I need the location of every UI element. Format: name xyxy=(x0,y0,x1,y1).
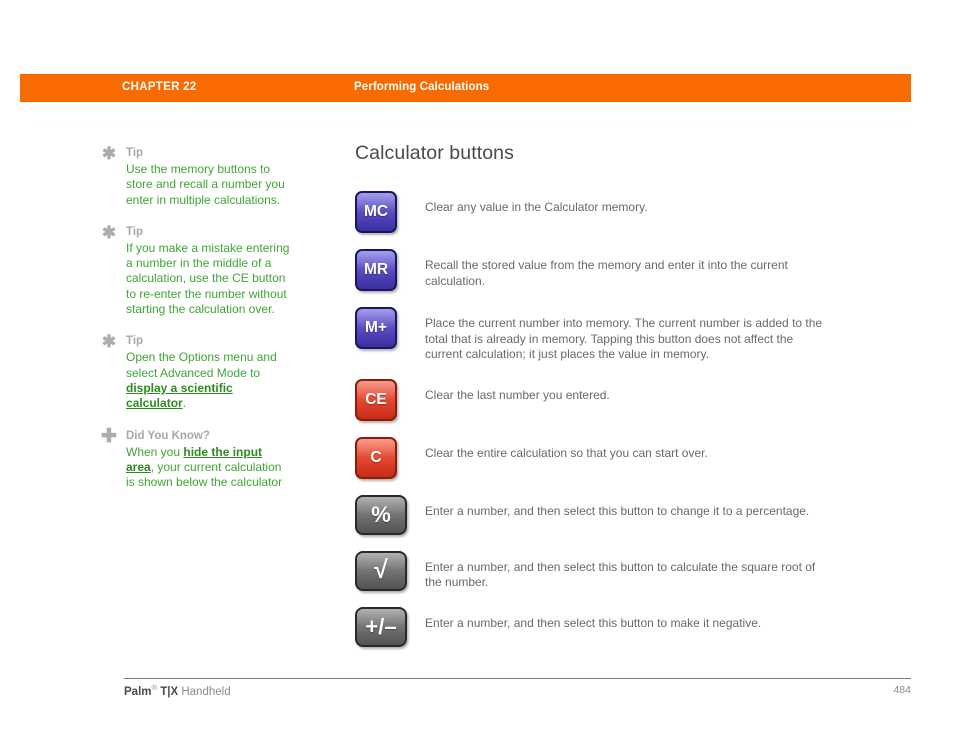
tip-block: ✚ Did You Know? When you hide the input ar… xyxy=(100,425,290,491)
calculator-button-description: Recall the stored value from the memory … xyxy=(425,258,788,288)
calculator-button-description: Enter a number, and then select this but… xyxy=(425,559,816,590)
tip-heading: Tip xyxy=(126,335,144,348)
calculator-button[interactable]: C xyxy=(355,436,397,479)
tip-body: When you hide the input area, your curre… xyxy=(126,445,290,491)
calculator-button-description: Clear any value in the Calculator memory… xyxy=(425,200,648,214)
calculator-button-cell: M+ xyxy=(355,307,425,349)
tip-text: Open the Options menu and select Advance… xyxy=(126,350,277,380)
tip-heading: Did You Know? xyxy=(126,429,210,442)
calculator-button-cell: CE xyxy=(355,378,425,421)
calculator-button-label: MC xyxy=(363,203,389,221)
calculator-button-description: Clear the entire calculation so that you… xyxy=(425,445,708,460)
plus-icon: ✚ xyxy=(101,425,117,447)
asterisk-icon: ✱ xyxy=(101,144,117,163)
calculator-button-description: Enter a number, and then select this but… xyxy=(425,615,762,630)
page-title: Calculator buttons xyxy=(355,142,514,164)
calculator-button-description: Clear the last number you entered. xyxy=(425,387,610,402)
calculator-button-description: Place the current number into memory. Th… xyxy=(425,316,823,361)
sidebar-tips: ✱ Tip Use the memory buttons to store and … xyxy=(100,144,290,507)
calculator-button-label: +/– xyxy=(365,613,397,639)
calculator-button-description: Enter a number, and then select this but… xyxy=(425,503,810,518)
calculator-button-row: CE Clear the last number you entered. xyxy=(355,378,825,421)
main-content: Calculator buttons MC Clear any value in … xyxy=(355,142,825,663)
tip-block: ✱ Tip Use the memory buttons to store and … xyxy=(100,144,290,208)
tip-body: Use the memory buttons to store and reca… xyxy=(126,162,290,208)
calculator-button[interactable]: CE xyxy=(355,378,397,421)
calculator-button-row: +/– Enter a number, and then select this … xyxy=(355,606,825,647)
tip-block: ✱ Tip If you make a mistake entering a num… xyxy=(100,222,290,317)
calculator-button-list: MC Clear any value in the Calculator memo… xyxy=(355,191,825,647)
section-title: Performing Calculations xyxy=(354,81,490,93)
asterisk-icon: ✱ xyxy=(101,332,117,352)
tip-text: Use the memory buttons to store and reca… xyxy=(126,162,285,207)
calculator-button-cell: √ xyxy=(355,550,425,591)
tip-text: When you xyxy=(126,444,184,459)
page-number: 484 xyxy=(893,684,911,696)
footer-brand: Palm® T|X Handheld xyxy=(124,683,231,698)
tip-heading: Tip xyxy=(126,147,144,159)
asterisk-icon: ✱ xyxy=(101,222,117,242)
calculator-button-label: C xyxy=(370,448,382,466)
chapter-header-band: CHAPTER 22 Performing Calculations xyxy=(20,74,911,102)
calculator-button-row: M+ Place the current number into memory. … xyxy=(355,307,825,363)
tip-heading: Tip xyxy=(126,225,144,238)
footer-divider xyxy=(124,678,911,679)
registered-mark-icon: ® xyxy=(151,683,158,692)
calculator-button-row: C Clear the entire calculation so that yo… xyxy=(355,436,825,479)
footer-product: T|X xyxy=(160,685,179,698)
footer-suffix: Handheld xyxy=(181,685,231,698)
calculator-button-label: CE xyxy=(365,390,387,408)
calculator-button-row: MC Clear any value in the Calculator memo… xyxy=(355,191,825,233)
tip-body: Open the Options menu and select Advance… xyxy=(126,350,290,411)
calculator-button[interactable]: % xyxy=(355,494,407,535)
tip-link[interactable]: display a scientific calculator xyxy=(126,381,233,410)
tip-body: If you make a mistake entering a number … xyxy=(126,241,290,317)
tip-text: If you make a mistake entering a number … xyxy=(126,240,290,317)
calculator-button[interactable]: +/– xyxy=(355,606,407,647)
calculator-button-cell: +/– xyxy=(355,606,425,647)
chapter-label: CHAPTER 22 xyxy=(122,81,197,93)
calculator-button-label: % xyxy=(371,501,391,527)
tip-text: . xyxy=(182,396,187,411)
calculator-button-cell: % xyxy=(355,494,425,535)
calculator-button[interactable]: √ xyxy=(355,550,407,591)
calculator-button-label: M+ xyxy=(365,319,387,337)
calculator-button-cell: C xyxy=(355,436,425,479)
calculator-button[interactable]: MR xyxy=(355,249,397,291)
calculator-button-label: MR xyxy=(363,261,389,279)
calculator-button-row: √ Enter a number, and then select this bu… xyxy=(355,550,825,591)
calculator-button-row: MR Recall the stored value from the memor… xyxy=(355,249,825,291)
calculator-button-cell: MR xyxy=(355,249,425,291)
tip-block: ✱ Tip Open the Options menu and select Adv… xyxy=(100,332,290,411)
footer-brand-name: Palm xyxy=(124,685,152,698)
calculator-button-cell: MC xyxy=(355,191,425,233)
calculator-button[interactable]: M+ xyxy=(355,307,397,349)
calculator-button-label: √ xyxy=(374,556,388,584)
calculator-button-row: % Enter a number, and then select this bu… xyxy=(355,494,825,535)
calculator-button[interactable]: MC xyxy=(355,191,397,233)
